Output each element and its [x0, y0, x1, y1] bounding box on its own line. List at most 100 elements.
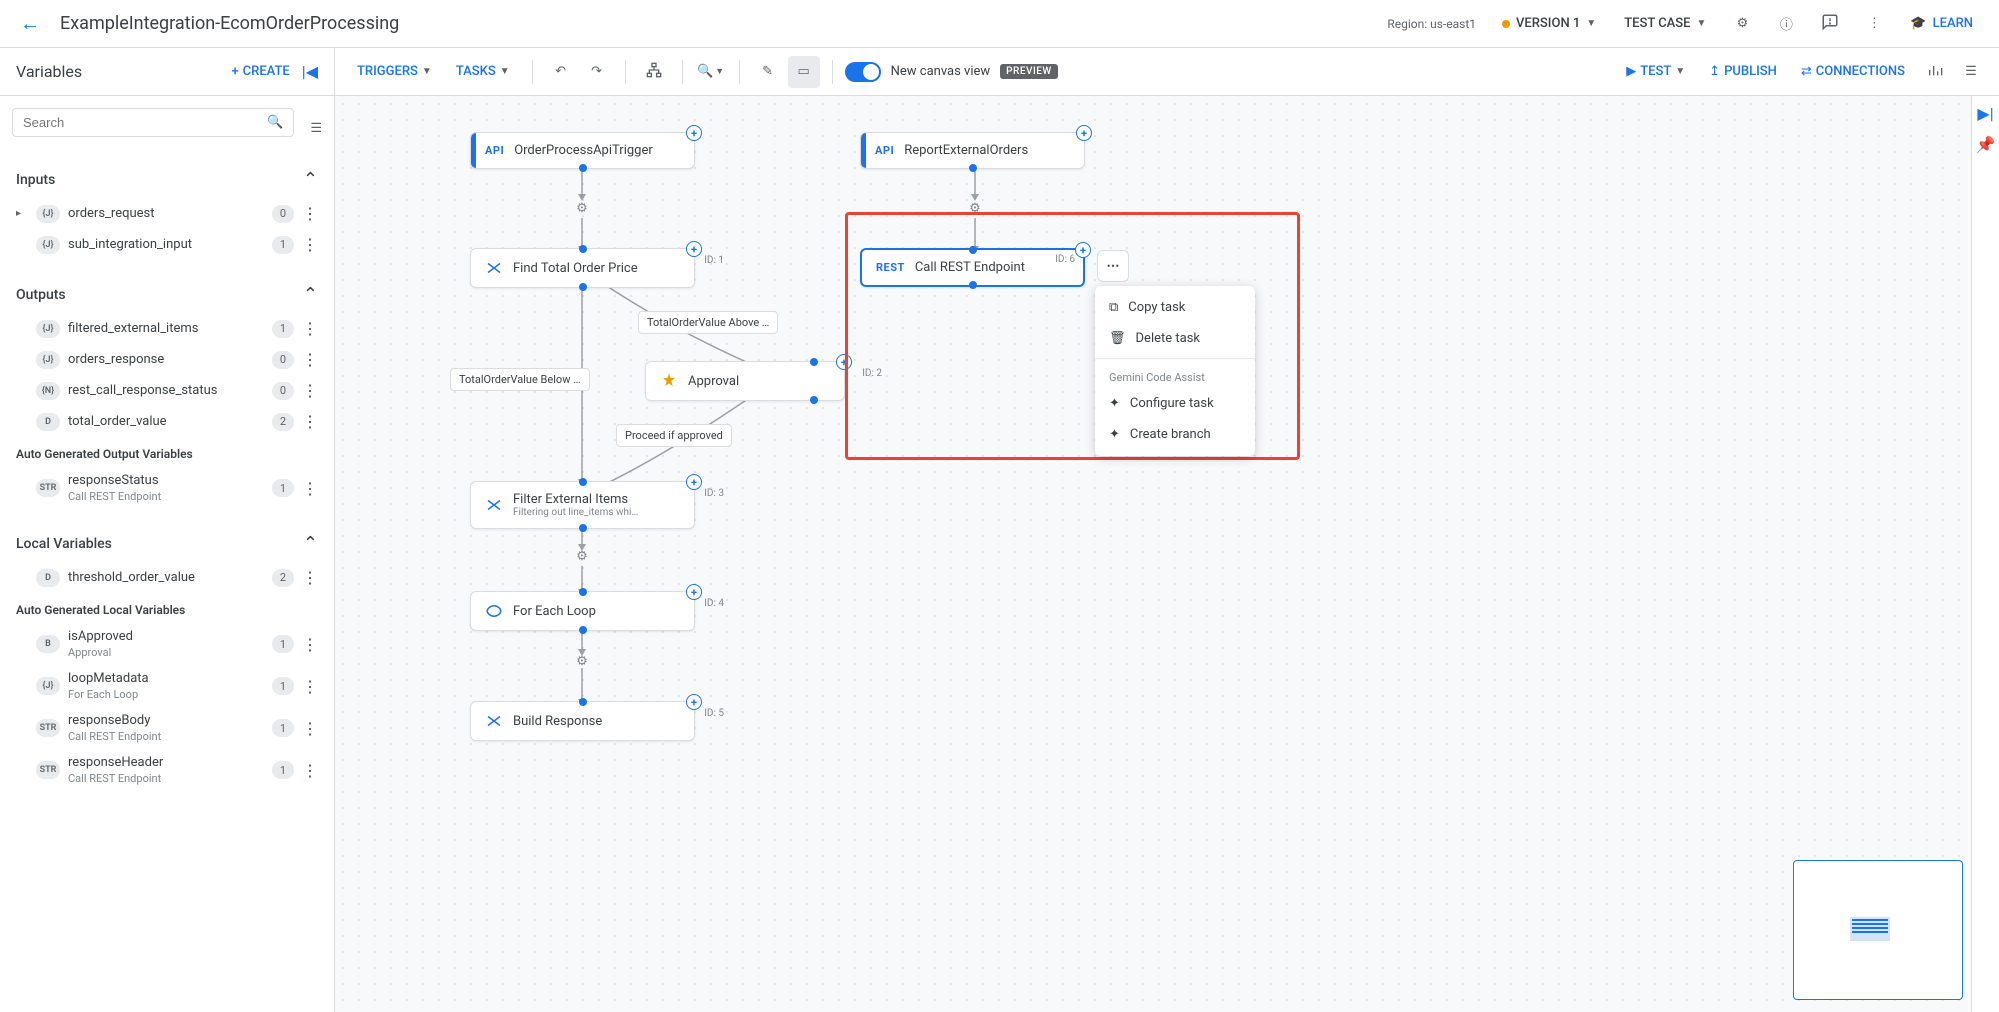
- test-case-dropdown[interactable]: TEST CASE ▼: [1614, 10, 1716, 37]
- collapse-sidebar-button[interactable]: |◀: [302, 62, 318, 81]
- add-port-button[interactable]: +: [686, 241, 702, 257]
- delete-task-item[interactable]: 🗑 Delete task: [1095, 323, 1255, 354]
- filter-button[interactable]: ☰: [310, 121, 322, 136]
- undo-button[interactable]: ↶: [545, 56, 577, 88]
- variable-menu-button[interactable]: ⋮: [302, 761, 318, 780]
- variable-row[interactable]: STR responseStatus Call REST Endpoint 1 …: [12, 467, 322, 509]
- gear-node[interactable]: ⚙: [572, 546, 592, 566]
- version-dropdown[interactable]: VERSION 1 ▼: [1492, 10, 1606, 37]
- add-port-button[interactable]: +: [836, 354, 852, 370]
- outputs-section-header[interactable]: Outputs ⌃: [12, 276, 322, 313]
- feedback-button[interactable]: [1812, 6, 1848, 42]
- trigger-node-orderprocess[interactable]: API OrderProcessApiTrigger +: [470, 132, 695, 169]
- create-branch-item[interactable]: ✦ Create branch: [1095, 419, 1255, 450]
- more-button[interactable]: ⋮: [1856, 6, 1892, 42]
- port-dot[interactable]: [969, 246, 977, 254]
- menu-button[interactable]: ☰: [1955, 56, 1987, 88]
- node-label: Approval: [688, 374, 739, 389]
- port-dot[interactable]: [810, 358, 818, 366]
- wand-button[interactable]: ✎: [752, 56, 784, 88]
- pin-button[interactable]: 📌: [1976, 135, 1996, 154]
- trigger-node-report[interactable]: API ReportExternalOrders +: [860, 132, 1085, 169]
- local-section-header[interactable]: Local Variables ⌃: [12, 525, 322, 562]
- variable-name: isApproved: [68, 629, 264, 644]
- task-node-filter[interactable]: Filter External Items Filtering out line…: [470, 481, 695, 529]
- inputs-section-header[interactable]: Inputs ⌃: [12, 161, 322, 198]
- node-menu-button[interactable]: ⋯: [1097, 250, 1129, 282]
- settings-button[interactable]: ⚙: [1724, 6, 1760, 42]
- port-dot[interactable]: [579, 245, 587, 253]
- variable-menu-button[interactable]: ⋮: [302, 635, 318, 654]
- port-dot[interactable]: [579, 588, 587, 596]
- variable-row[interactable]: STR responseHeader Call REST Endpoint 1 …: [12, 749, 322, 791]
- variable-row[interactable]: {N} rest_call_response_status 0 ⋮: [12, 375, 322, 406]
- expand-icon[interactable]: ▸: [16, 208, 28, 219]
- task-node-loop[interactable]: For Each Loop ID: 4 +: [470, 591, 695, 631]
- gear-node[interactable]: ⚙: [572, 651, 592, 671]
- metrics-button[interactable]: [1919, 56, 1951, 88]
- gear-node[interactable]: ⚙: [572, 198, 592, 218]
- variable-row[interactable]: D total_order_value 2 ⋮: [12, 406, 322, 437]
- variable-menu-button[interactable]: ⋮: [302, 319, 318, 338]
- test-dropdown[interactable]: ▶ TEST ▼: [1616, 58, 1695, 85]
- add-port-button[interactable]: +: [686, 584, 702, 600]
- task-node-rest[interactable]: REST Call REST Endpoint ID: 6 +: [860, 248, 1085, 287]
- variable-row[interactable]: {J} filtered_external_items 1 ⋮: [12, 313, 322, 344]
- variable-row[interactable]: ▸ {J} orders_request 0 ⋮: [12, 198, 322, 229]
- variable-menu-button[interactable]: ⋮: [302, 381, 318, 400]
- search-input[interactable]: [23, 115, 267, 130]
- configure-task-item[interactable]: ✦ Configure task: [1095, 388, 1255, 419]
- search-box[interactable]: 🔍: [12, 108, 294, 137]
- zoom-button[interactable]: 🔍▼: [695, 56, 727, 88]
- add-port-button[interactable]: +: [686, 125, 702, 141]
- variable-row[interactable]: STR responseBody Call REST Endpoint 1 ⋮: [12, 707, 322, 749]
- variable-row[interactable]: {J} loopMetadata For Each Loop 1 ⋮: [12, 665, 322, 707]
- port-dot[interactable]: [969, 281, 977, 289]
- create-variable-button[interactable]: + CREATE: [231, 64, 289, 79]
- variable-row[interactable]: B isApproved Approval 1 ⋮: [12, 623, 322, 665]
- port-dot[interactable]: [579, 164, 587, 172]
- connections-button[interactable]: ⇄ CONNECTIONS: [1791, 58, 1915, 85]
- variable-menu-button[interactable]: ⋮: [302, 719, 318, 738]
- variable-menu-button[interactable]: ⋮: [302, 350, 318, 369]
- collapse-rail-button[interactable]: ▶|: [1977, 104, 1993, 123]
- add-port-button[interactable]: +: [1076, 125, 1092, 141]
- fullscreen-button[interactable]: ▭: [788, 56, 820, 88]
- layout-button[interactable]: [638, 56, 670, 88]
- variable-row[interactable]: {J} sub_integration_input 1 ⋮: [12, 229, 322, 260]
- copy-task-item[interactable]: ⧉ Copy task: [1095, 292, 1255, 323]
- variable-row[interactable]: {J} orders_response 0 ⋮: [12, 344, 322, 375]
- variable-menu-button[interactable]: ⋮: [302, 479, 318, 498]
- add-port-button[interactable]: +: [686, 694, 702, 710]
- add-port-button[interactable]: +: [686, 474, 702, 490]
- gear-node[interactable]: ⚙: [965, 198, 985, 218]
- variable-menu-button[interactable]: ⋮: [302, 412, 318, 431]
- port-dot[interactable]: [579, 626, 587, 634]
- port-dot[interactable]: [579, 524, 587, 532]
- triggers-dropdown[interactable]: TRIGGERS ▼: [347, 58, 442, 85]
- learn-button[interactable]: 🎓 LEARN: [1900, 10, 1983, 37]
- port-dot[interactable]: [579, 478, 587, 486]
- port-dot[interactable]: [579, 698, 587, 706]
- task-node-build-response[interactable]: Build Response ID: 5 +: [470, 701, 695, 741]
- redo-button[interactable]: ↷: [581, 56, 613, 88]
- variable-menu-button[interactable]: ⋮: [302, 235, 318, 254]
- back-button[interactable]: ←: [16, 7, 44, 40]
- variable-menu-button[interactable]: ⋮: [302, 677, 318, 696]
- task-node-find-total[interactable]: Find Total Order Price ID: 1 +: [470, 248, 695, 288]
- task-node-approval[interactable]: Approval ID: 2 +: [645, 361, 845, 401]
- canvas-toggle[interactable]: [845, 62, 881, 82]
- tasks-dropdown[interactable]: TASKS ▼: [446, 58, 520, 85]
- minimap[interactable]: [1793, 860, 1963, 1000]
- variable-menu-button[interactable]: ⋮: [302, 204, 318, 223]
- port-dot[interactable]: [969, 164, 977, 172]
- port-dot[interactable]: [810, 396, 818, 404]
- publish-button[interactable]: ↥ PUBLISH: [1699, 58, 1787, 85]
- info-button[interactable]: ⓘ: [1768, 6, 1804, 42]
- variable-row[interactable]: D threshold_order_value 2 ⋮: [12, 562, 322, 593]
- port-dot[interactable]: [579, 283, 587, 291]
- edge-label: TotalOrderValue Above …: [638, 311, 778, 334]
- variable-menu-button[interactable]: ⋮: [302, 568, 318, 587]
- canvas[interactable]: API OrderProcessApiTrigger + ⚙ Find Tota…: [335, 96, 1999, 1012]
- add-port-button[interactable]: +: [1075, 242, 1091, 258]
